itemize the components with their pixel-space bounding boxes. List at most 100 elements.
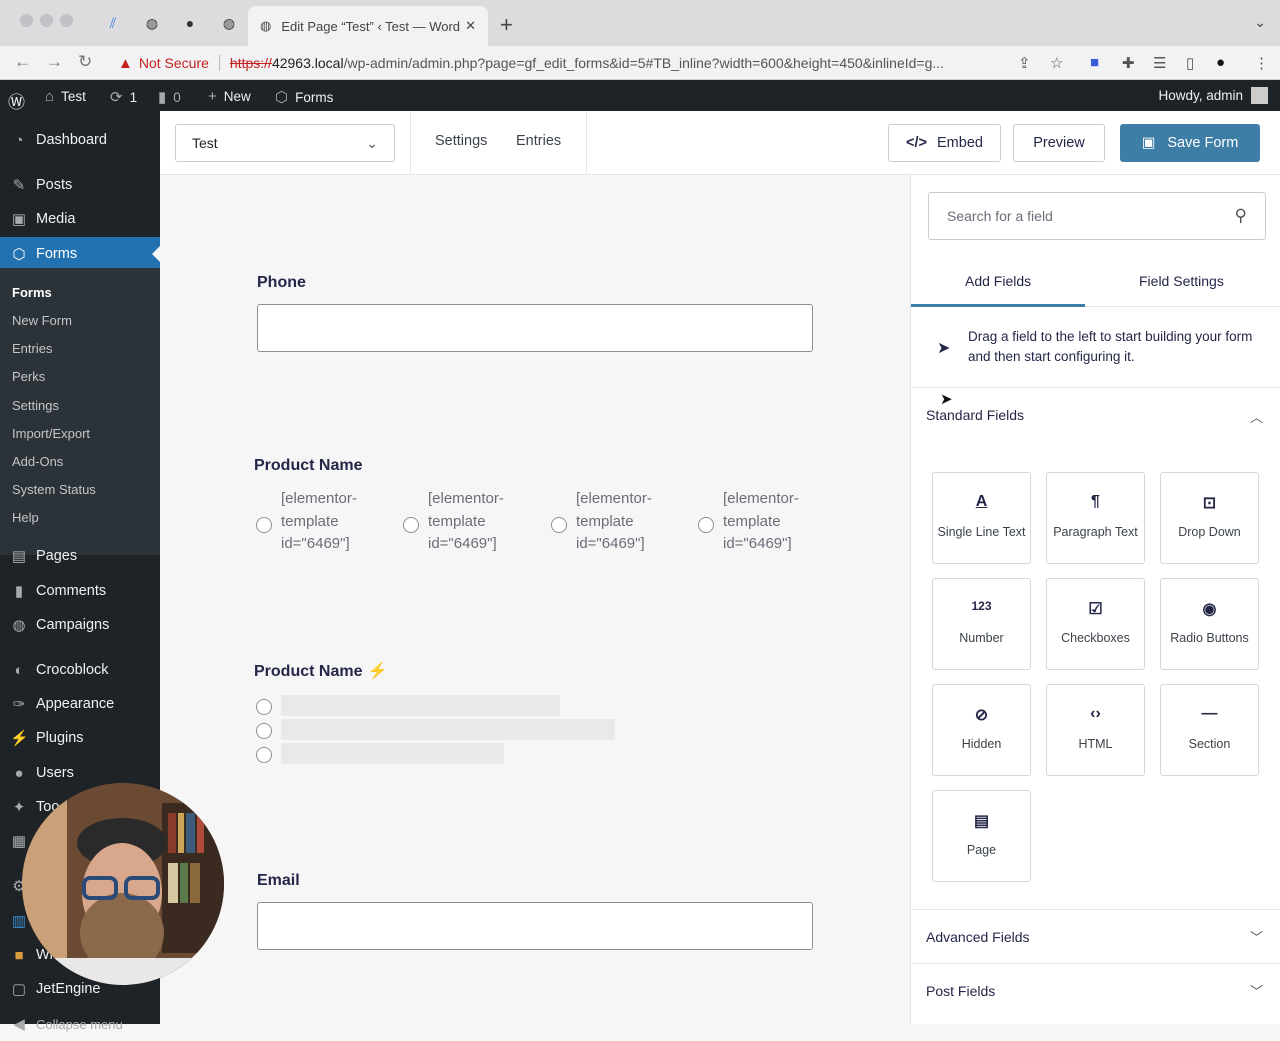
field-label: Checkboxes [1061, 631, 1130, 645]
updates-link[interactable]: ⟳ 1 [110, 88, 137, 106]
field-hidden[interactable]: ⊘ Hidden [932, 684, 1031, 776]
bookmark-star-icon[interactable]: ☆ [1050, 54, 1063, 72]
field-single-line-text[interactable]: A Single Line Text [932, 472, 1031, 564]
folder-icon: ■ [14, 946, 24, 964]
forward-icon[interactable]: → [46, 52, 63, 72]
puzzle-icon[interactable]: ✚ [1122, 54, 1135, 72]
chevron-down-icon[interactable]: ⌄ [1254, 14, 1266, 31]
tab-field-settings[interactable]: Field Settings [1139, 273, 1224, 289]
profile-avatar-icon[interactable]: ● [1216, 54, 1225, 71]
field-drop-down[interactable]: ⊡ Drop Down [1160, 472, 1259, 564]
comments-link[interactable]: ▮ 0 [158, 88, 181, 106]
submenu-system-status[interactable]: System Status [12, 482, 96, 497]
new-label: New [223, 89, 251, 104]
new-content-link[interactable]: + New [208, 88, 251, 105]
submenu-perks[interactable]: Perks [12, 369, 45, 384]
product-radio[interactable] [551, 517, 567, 533]
phone-field-input[interactable] [257, 304, 813, 352]
more-menu-icon[interactable]: ⋮ [1254, 54, 1269, 72]
sidebar-item-media[interactable]: ▣ Media [0, 202, 160, 236]
field-checkboxes[interactable]: ☑ Checkboxes [1046, 578, 1145, 670]
pinned-tab-icon[interactable]: ⫽ [104, 14, 122, 32]
save-icon: ▣ [1141, 135, 1156, 151]
address-bar[interactable]: ▲ Not Secure https:// 42963.local /wp-ad… [110, 49, 1070, 77]
preview-button[interactable]: Preview [1013, 124, 1105, 162]
product-radio[interactable] [698, 517, 714, 533]
submenu-forms[interactable]: Forms [12, 285, 52, 300]
reload-icon[interactable]: ↻ [78, 52, 92, 72]
post-fields-title: Post Fields [926, 983, 996, 999]
close-tab-icon[interactable]: ✕ [465, 18, 476, 34]
wordpress-logo-icon[interactable]: Ⓦ [8, 88, 25, 113]
sidebar-item-appearance[interactable]: ✑ Appearance [0, 687, 160, 721]
extension-icon[interactable]: ■ [1090, 54, 1099, 71]
product-radio-label: [elementor-template id="6469"] [723, 490, 799, 552]
product-radio[interactable] [256, 517, 272, 533]
advanced-fields-title: Advanced Fields [926, 929, 1030, 945]
pinned-tab-globe-icon[interactable]: ◍ [143, 14, 161, 32]
product-radio[interactable] [403, 517, 419, 533]
field-label: Page [966, 843, 997, 857]
howdy-account-menu[interactable]: Howdy, admin [1158, 87, 1268, 104]
sidebar-item-label: Appearance [36, 696, 115, 712]
save-form-button[interactable]: ▣ Save Form [1120, 124, 1260, 162]
active-tab[interactable]: ◍ Edit Page “Test” ‹ Test — Word ✕ [248, 6, 488, 46]
tab-add-fields[interactable]: Add Fields [965, 273, 1031, 289]
share-icon[interactable]: ⇪ [1018, 54, 1031, 72]
sidebar-icon[interactable]: ▯ [1186, 54, 1194, 72]
entries-link[interactable]: Entries [516, 133, 561, 149]
url-path: /wp-admin/admin.php?page=gf_edit_forms&i… [343, 55, 945, 71]
field-html[interactable]: ‹› HTML [1046, 684, 1145, 776]
field-label: Section [1188, 737, 1231, 751]
sidebar-item-crocoblock[interactable]: ◐ Crocoblock [0, 653, 160, 687]
field-page[interactable]: ▤ Page [932, 790, 1031, 882]
pinned-tab-globe-icon[interactable]: ◍ [220, 14, 238, 32]
window-zoom-button[interactable] [60, 14, 73, 27]
sidebar-item-forms[interactable]: ⬡ Forms [0, 237, 160, 271]
submenu-import-export[interactable]: Import/Export [12, 426, 90, 441]
site-name-link[interactable]: ⌂ Test [45, 88, 86, 105]
field-number[interactable]: 123 Number [932, 578, 1031, 670]
loading-placeholder [281, 719, 615, 740]
reading-list-icon[interactable]: ☰ [1153, 54, 1166, 72]
product-radio[interactable] [256, 747, 272, 763]
chevron-up-icon[interactable]: ︿ [1250, 407, 1263, 426]
forms-adminbar-link[interactable]: ⬡ Forms [275, 88, 333, 106]
submenu-entries[interactable]: Entries [12, 341, 52, 356]
form-switcher-select[interactable]: Test ⌄ [175, 124, 395, 162]
sidebar-item-plugins[interactable]: ⚡ Plugins [0, 721, 160, 755]
standard-fields-title[interactable]: Standard Fields [926, 407, 1024, 423]
submenu-add-ons[interactable]: Add-Ons [12, 454, 63, 469]
settings-link[interactable]: Settings [435, 133, 487, 149]
post-fields-section[interactable]: Post Fields ﹀ [911, 963, 1280, 1024]
sidebar-item-posts[interactable]: ✎ Posts [0, 168, 160, 202]
field-radio-buttons[interactable]: ◉ Radio Buttons [1160, 578, 1259, 670]
window-minimize-button[interactable] [40, 14, 53, 27]
sidebar-item-label: Forms [36, 246, 78, 262]
field-search-input[interactable]: Search for a field ⚲ [928, 192, 1266, 240]
single-line-text-icon: A [975, 493, 988, 510]
submenu-new-form[interactable]: New Form [12, 313, 72, 328]
plugin-icon: ⚡ [10, 730, 29, 747]
url-scheme: https:// [229, 55, 272, 71]
sidebar-item-dashboard[interactable]: ◔ Dashboard [0, 123, 160, 157]
embed-button[interactable]: </> Embed [888, 124, 1001, 162]
new-tab-button[interactable]: + [500, 12, 513, 38]
field-label: HTML [1078, 737, 1113, 751]
advanced-fields-section[interactable]: Advanced Fields ﹀ [911, 909, 1280, 963]
field-paragraph-text[interactable]: ¶ Paragraph Text [1046, 472, 1145, 564]
email-field-input[interactable] [257, 902, 813, 950]
product-radio[interactable] [256, 723, 272, 739]
active-tab-indicator [911, 304, 1085, 307]
submenu-help[interactable]: Help [12, 510, 39, 525]
window-close-button[interactable] [20, 14, 33, 27]
product-radio[interactable] [256, 699, 272, 715]
back-icon[interactable]: ← [14, 52, 31, 72]
sidebar-item-pages[interactable]: ▤ Pages [0, 539, 160, 573]
github-icon[interactable]: ● [181, 14, 199, 32]
submenu-settings[interactable]: Settings [12, 398, 59, 413]
sidebar-item-campaigns[interactable]: ◍ Campaigns [0, 608, 160, 642]
sidebar-collapse-menu[interactable]: ◀ Collapse menu [0, 1007, 160, 1041]
sidebar-item-comments[interactable]: ▮ Comments [0, 574, 160, 608]
field-section[interactable]: — Section [1160, 684, 1259, 776]
